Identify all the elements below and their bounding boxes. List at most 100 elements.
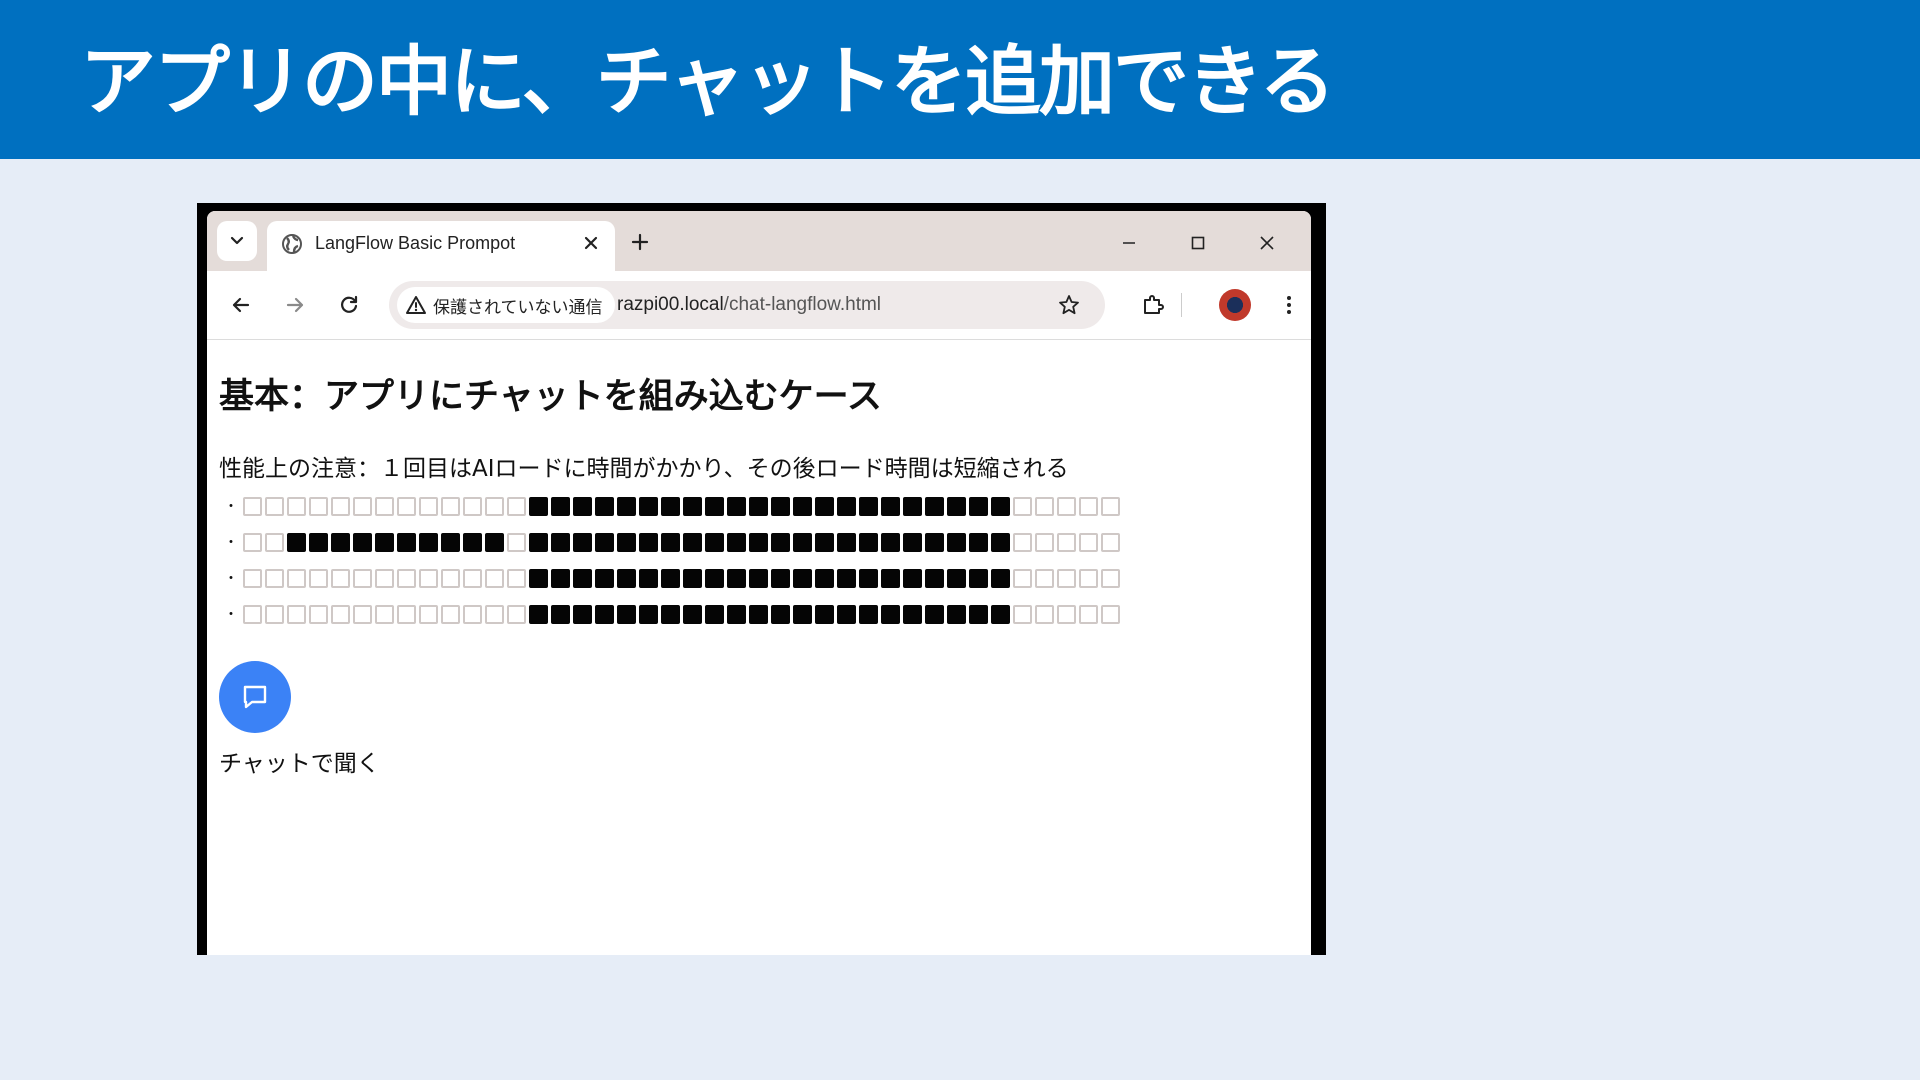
filled-square	[573, 604, 592, 624]
filled-square	[639, 604, 658, 624]
filled-square	[705, 532, 724, 552]
globe-icon	[282, 234, 302, 254]
bookmark-button[interactable]	[1055, 291, 1083, 319]
warning-icon	[406, 296, 426, 314]
address-bar[interactable]: 保護されていない通信 razpi00.local/chat-langflow.h…	[389, 281, 1105, 329]
close-icon	[1260, 236, 1274, 250]
empty-square	[331, 604, 350, 624]
filled-square	[529, 496, 548, 516]
filled-square	[793, 568, 812, 588]
empty-square	[265, 496, 284, 516]
filled-square	[749, 568, 768, 588]
empty-square	[243, 496, 262, 516]
extensions-button[interactable]	[1137, 289, 1169, 321]
maximize-button[interactable]	[1182, 227, 1214, 259]
filled-square	[551, 496, 570, 516]
filled-square	[837, 532, 856, 552]
empty-square	[243, 604, 262, 624]
empty-square	[309, 568, 328, 588]
empty-square	[353, 604, 372, 624]
filled-square	[903, 532, 922, 552]
tab-close-button[interactable]	[579, 231, 603, 255]
tab-title: LangFlow Basic Prompot	[315, 233, 516, 253]
filled-square	[705, 496, 724, 516]
empty-square	[331, 496, 350, 516]
empty-square	[419, 496, 438, 516]
filled-square	[595, 496, 614, 516]
filled-square	[331, 532, 350, 552]
url-text: razpi00.local/chat-langflow.html	[617, 294, 881, 316]
back-button[interactable]	[225, 289, 257, 321]
menu-button[interactable]	[1273, 289, 1305, 321]
chat-label: チャットで聞く	[219, 751, 380, 777]
empty-square	[1101, 532, 1120, 552]
empty-square	[375, 604, 394, 624]
empty-square	[1079, 532, 1098, 552]
chat-bubble-icon	[243, 685, 267, 709]
empty-square	[485, 604, 504, 624]
security-chip[interactable]: 保護されていない通信	[397, 287, 615, 323]
filled-square	[881, 532, 900, 552]
empty-square	[485, 496, 504, 516]
forward-button[interactable]	[279, 289, 311, 321]
filled-square	[947, 604, 966, 624]
filled-square	[991, 604, 1010, 624]
filled-square	[815, 568, 834, 588]
filled-square	[463, 532, 482, 552]
slide-header: アプリの中に、チャットを追加できる	[0, 0, 1920, 159]
filled-square	[881, 604, 900, 624]
empty-square	[1035, 604, 1054, 624]
chat-button[interactable]	[219, 661, 291, 733]
filled-square	[947, 568, 966, 588]
list-item: ・	[219, 596, 1219, 632]
filled-square	[749, 496, 768, 516]
filled-square	[771, 568, 790, 588]
filled-square	[991, 496, 1010, 516]
filled-square	[419, 532, 438, 552]
tab-search-button[interactable]	[217, 221, 257, 261]
filled-square	[595, 568, 614, 588]
filled-square	[727, 496, 746, 516]
filled-square	[793, 496, 812, 516]
profile-avatar[interactable]	[1219, 289, 1251, 321]
bullet-dot: ・	[224, 571, 238, 587]
filled-square	[529, 532, 548, 552]
bullet-text	[243, 604, 1120, 624]
filled-square	[551, 568, 570, 588]
bullet-dot: ・	[224, 607, 238, 623]
screenshot-frame: LangFlow Basic Prompot 保護されていない通信 razpi0…	[197, 203, 1326, 955]
filled-square	[815, 604, 834, 624]
back-arrow-icon	[232, 297, 250, 313]
tab-active[interactable]: LangFlow Basic Prompot	[267, 221, 615, 271]
filled-square	[815, 532, 834, 552]
star-icon	[1059, 295, 1079, 315]
filled-square	[815, 496, 834, 516]
reload-icon	[341, 295, 358, 313]
filled-square	[705, 568, 724, 588]
filled-square	[969, 496, 988, 516]
maximize-icon	[1191, 236, 1205, 250]
close-window-button[interactable]	[1251, 227, 1283, 259]
filled-square	[573, 532, 592, 552]
empty-square	[1101, 568, 1120, 588]
filled-square	[925, 568, 944, 588]
list-item: ・	[219, 488, 1219, 524]
empty-square	[485, 568, 504, 588]
filled-square	[683, 532, 702, 552]
minimize-button[interactable]	[1113, 227, 1145, 259]
tab-strip: LangFlow Basic Prompot	[207, 211, 1311, 271]
filled-square	[595, 532, 614, 552]
filled-square	[309, 532, 328, 552]
page-heading: 基本：アプリにチャットを組み込むケース	[219, 377, 882, 417]
bullet-dot: ・	[224, 499, 238, 515]
filled-square	[925, 496, 944, 516]
new-tab-button[interactable]	[627, 229, 653, 255]
filled-square	[771, 604, 790, 624]
filled-square	[771, 496, 790, 516]
empty-square	[1013, 496, 1032, 516]
filled-square	[441, 532, 460, 552]
empty-square	[441, 568, 460, 588]
empty-square	[1035, 568, 1054, 588]
filled-square	[991, 532, 1010, 552]
reload-button[interactable]	[333, 289, 365, 321]
